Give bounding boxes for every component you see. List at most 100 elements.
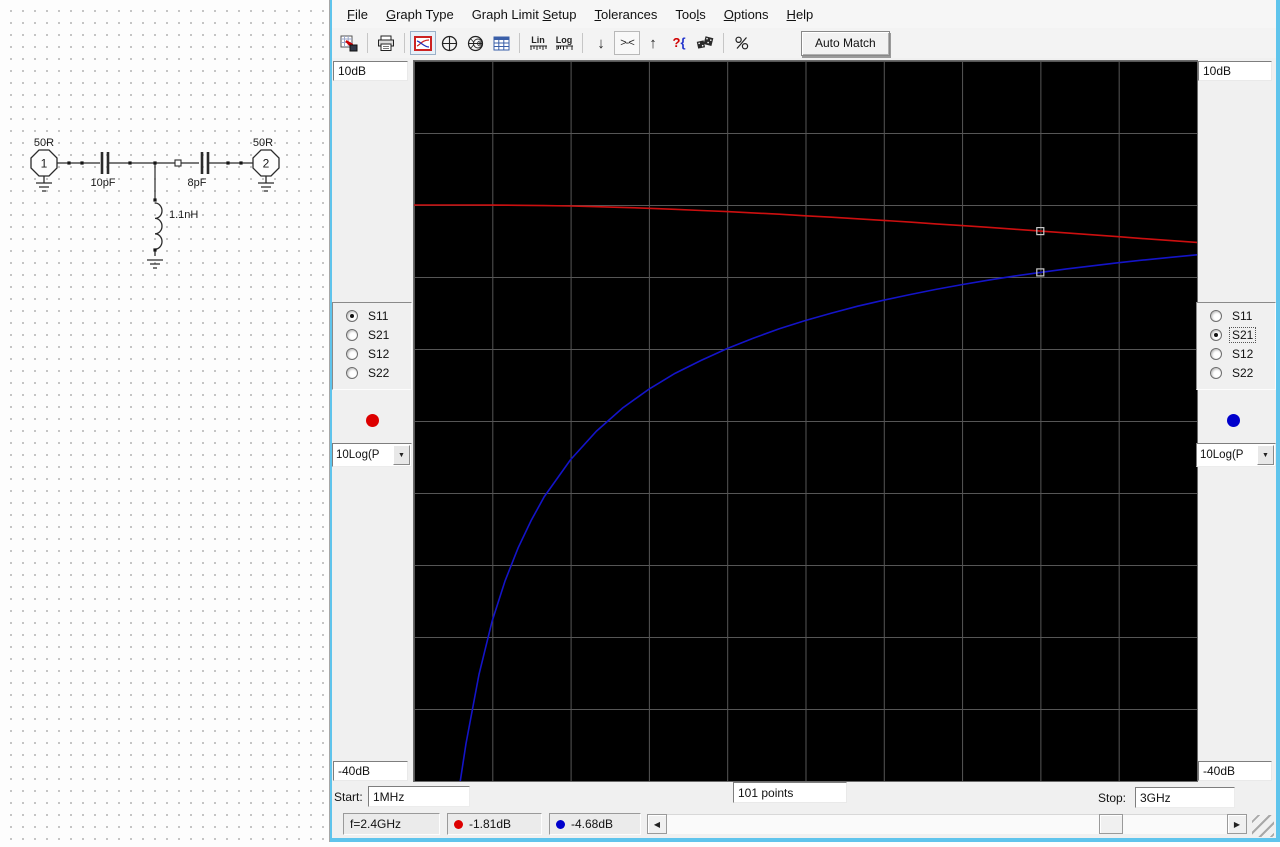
capacitor-c1[interactable]: 10pF [90,152,116,189]
desktop: 1 50R 10pF 8pF 1.1nH 2 50R File Graph Ty… [0,0,1280,847]
radio-button[interactable] [346,328,358,341]
trace-layer [414,204,1197,781]
left-format-combobox[interactable]: 10Log(P ▼ [332,443,412,467]
print-button[interactable] [373,31,399,55]
plot-area[interactable] [413,60,1198,782]
toolbar: Lin Log ↓ >-< ↑ ?{Auto Match [332,28,1276,58]
left-trace-color-dot [366,414,379,427]
left-radio-s12[interactable]: S12 [346,346,411,361]
radio-button[interactable] [346,366,358,379]
red-trace-dot-icon [454,819,463,829]
query-values-button[interactable]: ?{ [666,31,692,55]
left-top-scale-box: 10dB [333,61,408,81]
radio-button[interactable] [1210,366,1222,379]
chevron-down-icon: ▼ [398,451,405,459]
toolbar-separator [367,33,368,53]
radio-button[interactable] [346,309,358,322]
dice-icon [696,36,714,49]
blue-trace-dot-icon [556,819,565,829]
menu-bar: File Graph Type Graph Limit Setup Tolera… [332,0,1276,28]
menu-file[interactable]: File [338,4,377,25]
right-sparam-group: S11 S21 S12 S22 [1196,302,1276,390]
table-icon [493,36,509,50]
polar-graph-button[interactable] [436,31,462,55]
combo-arrow-button[interactable]: ▼ [1257,445,1274,465]
trace-s21 [459,254,1197,781]
smith-chart-icon [467,35,483,51]
left-bottom-scale-box: -40dB [333,761,408,781]
tolerance-analysis-button[interactable] [692,31,718,55]
shift-up-button[interactable]: ↑ [640,31,666,55]
chevron-down-icon: ▼ [1262,451,1269,459]
port1-symbol[interactable]: 1 50R [30,137,58,192]
toolbar-separator [404,33,405,53]
capacitor-c2[interactable]: 8pF [188,152,210,189]
schematic-wires [57,162,253,252]
port2-symbol[interactable]: 2 50R [252,137,280,192]
rectangular-graph-button[interactable] [410,31,436,55]
graph-window: File Graph Type Graph Limit Setup Tolera… [330,0,1280,842]
toolbar-separator [582,33,583,53]
log-scale-icon: Log [555,35,573,51]
right-radio-s12[interactable]: S12 [1210,346,1275,361]
radio-button[interactable] [1210,309,1222,322]
left-radio-s22[interactable]: S22 [346,365,411,380]
right-top-scale-box: 10dB [1198,61,1272,81]
right-format-combobox[interactable]: 10Log(P ▼ [1196,443,1276,467]
ground-symbol [36,176,52,192]
port2-number: 2 [263,157,270,171]
right-radio-s11[interactable]: S11 [1210,308,1275,323]
save-button[interactable] [336,31,362,55]
marker-frequency-box: f=2.4GHz [343,813,440,835]
port2-impedance-label: 50R [253,137,273,149]
linear-scale-button[interactable]: Lin [525,31,551,55]
polar-graph-icon [441,35,457,51]
query-icon: ?{ [672,35,686,50]
radio-button[interactable] [346,347,358,360]
menu-graph-limit-setup[interactable]: Graph Limit Setup [463,4,586,25]
stop-frequency-input[interactable] [1135,787,1235,808]
ground-symbol [258,176,274,192]
shift-down-button[interactable]: ↓ [588,31,614,55]
log-scale-button[interactable]: Log [551,31,577,55]
start-label: Start: [334,790,363,804]
fit-trace-button[interactable]: >-< [614,31,640,55]
menu-tools[interactable]: Tools [666,4,714,25]
open-node [174,159,182,167]
port1-impedance-label: 50R [34,137,54,149]
right-radio-s21[interactable]: S21 [1210,326,1275,343]
right-trace-color-dot [1227,414,1240,427]
radio-button[interactable] [1210,347,1222,360]
menu-tolerances[interactable]: Tolerances [585,4,666,25]
marker-scroll-right-button[interactable]: ▶ [1227,814,1247,834]
left-radio-s11[interactable]: S11 [346,308,411,323]
marker-scrollbar-thumb[interactable] [1099,814,1123,834]
save-icon [340,35,358,51]
right-radio-s22[interactable]: S22 [1210,365,1275,380]
schematic-canvas[interactable]: 1 50R 10pF 8pF 1.1nH 2 50R [0,0,330,847]
menu-graph-type[interactable]: Graph Type [377,4,463,25]
start-frequency-input[interactable] [368,786,470,807]
left-radio-s21[interactable]: S21 [346,327,411,342]
menu-help[interactable]: Help [778,4,823,25]
window-resize-grip[interactable] [1252,815,1274,837]
right-bottom-scale-box: -40dB [1198,761,1272,781]
radio-button[interactable] [1210,328,1222,341]
marker-scroll-left-button[interactable]: ◀ [647,814,667,834]
marker-scrollbar-track[interactable] [667,814,1227,834]
lin-scale-icon: Lin [529,35,547,51]
arrow-up-icon: ↑ [649,34,657,52]
table-view-button[interactable] [488,31,514,55]
smith-chart-button[interactable] [462,31,488,55]
auto-match-button[interactable]: Auto Match [801,30,890,56]
percent-tune-icon [735,36,749,50]
menu-options[interactable]: Options [715,4,778,25]
combo-arrow-button[interactable]: ▼ [393,445,410,465]
blue-marker-readout: -4.68dB [549,813,641,835]
stop-label: Stop: [1098,791,1127,805]
trace-s11 [414,204,1197,244]
points-box: 101 points [733,782,847,803]
inductor-l1[interactable]: 1.1nH [147,202,198,269]
tune-button[interactable] [729,31,755,55]
print-icon [378,35,394,51]
